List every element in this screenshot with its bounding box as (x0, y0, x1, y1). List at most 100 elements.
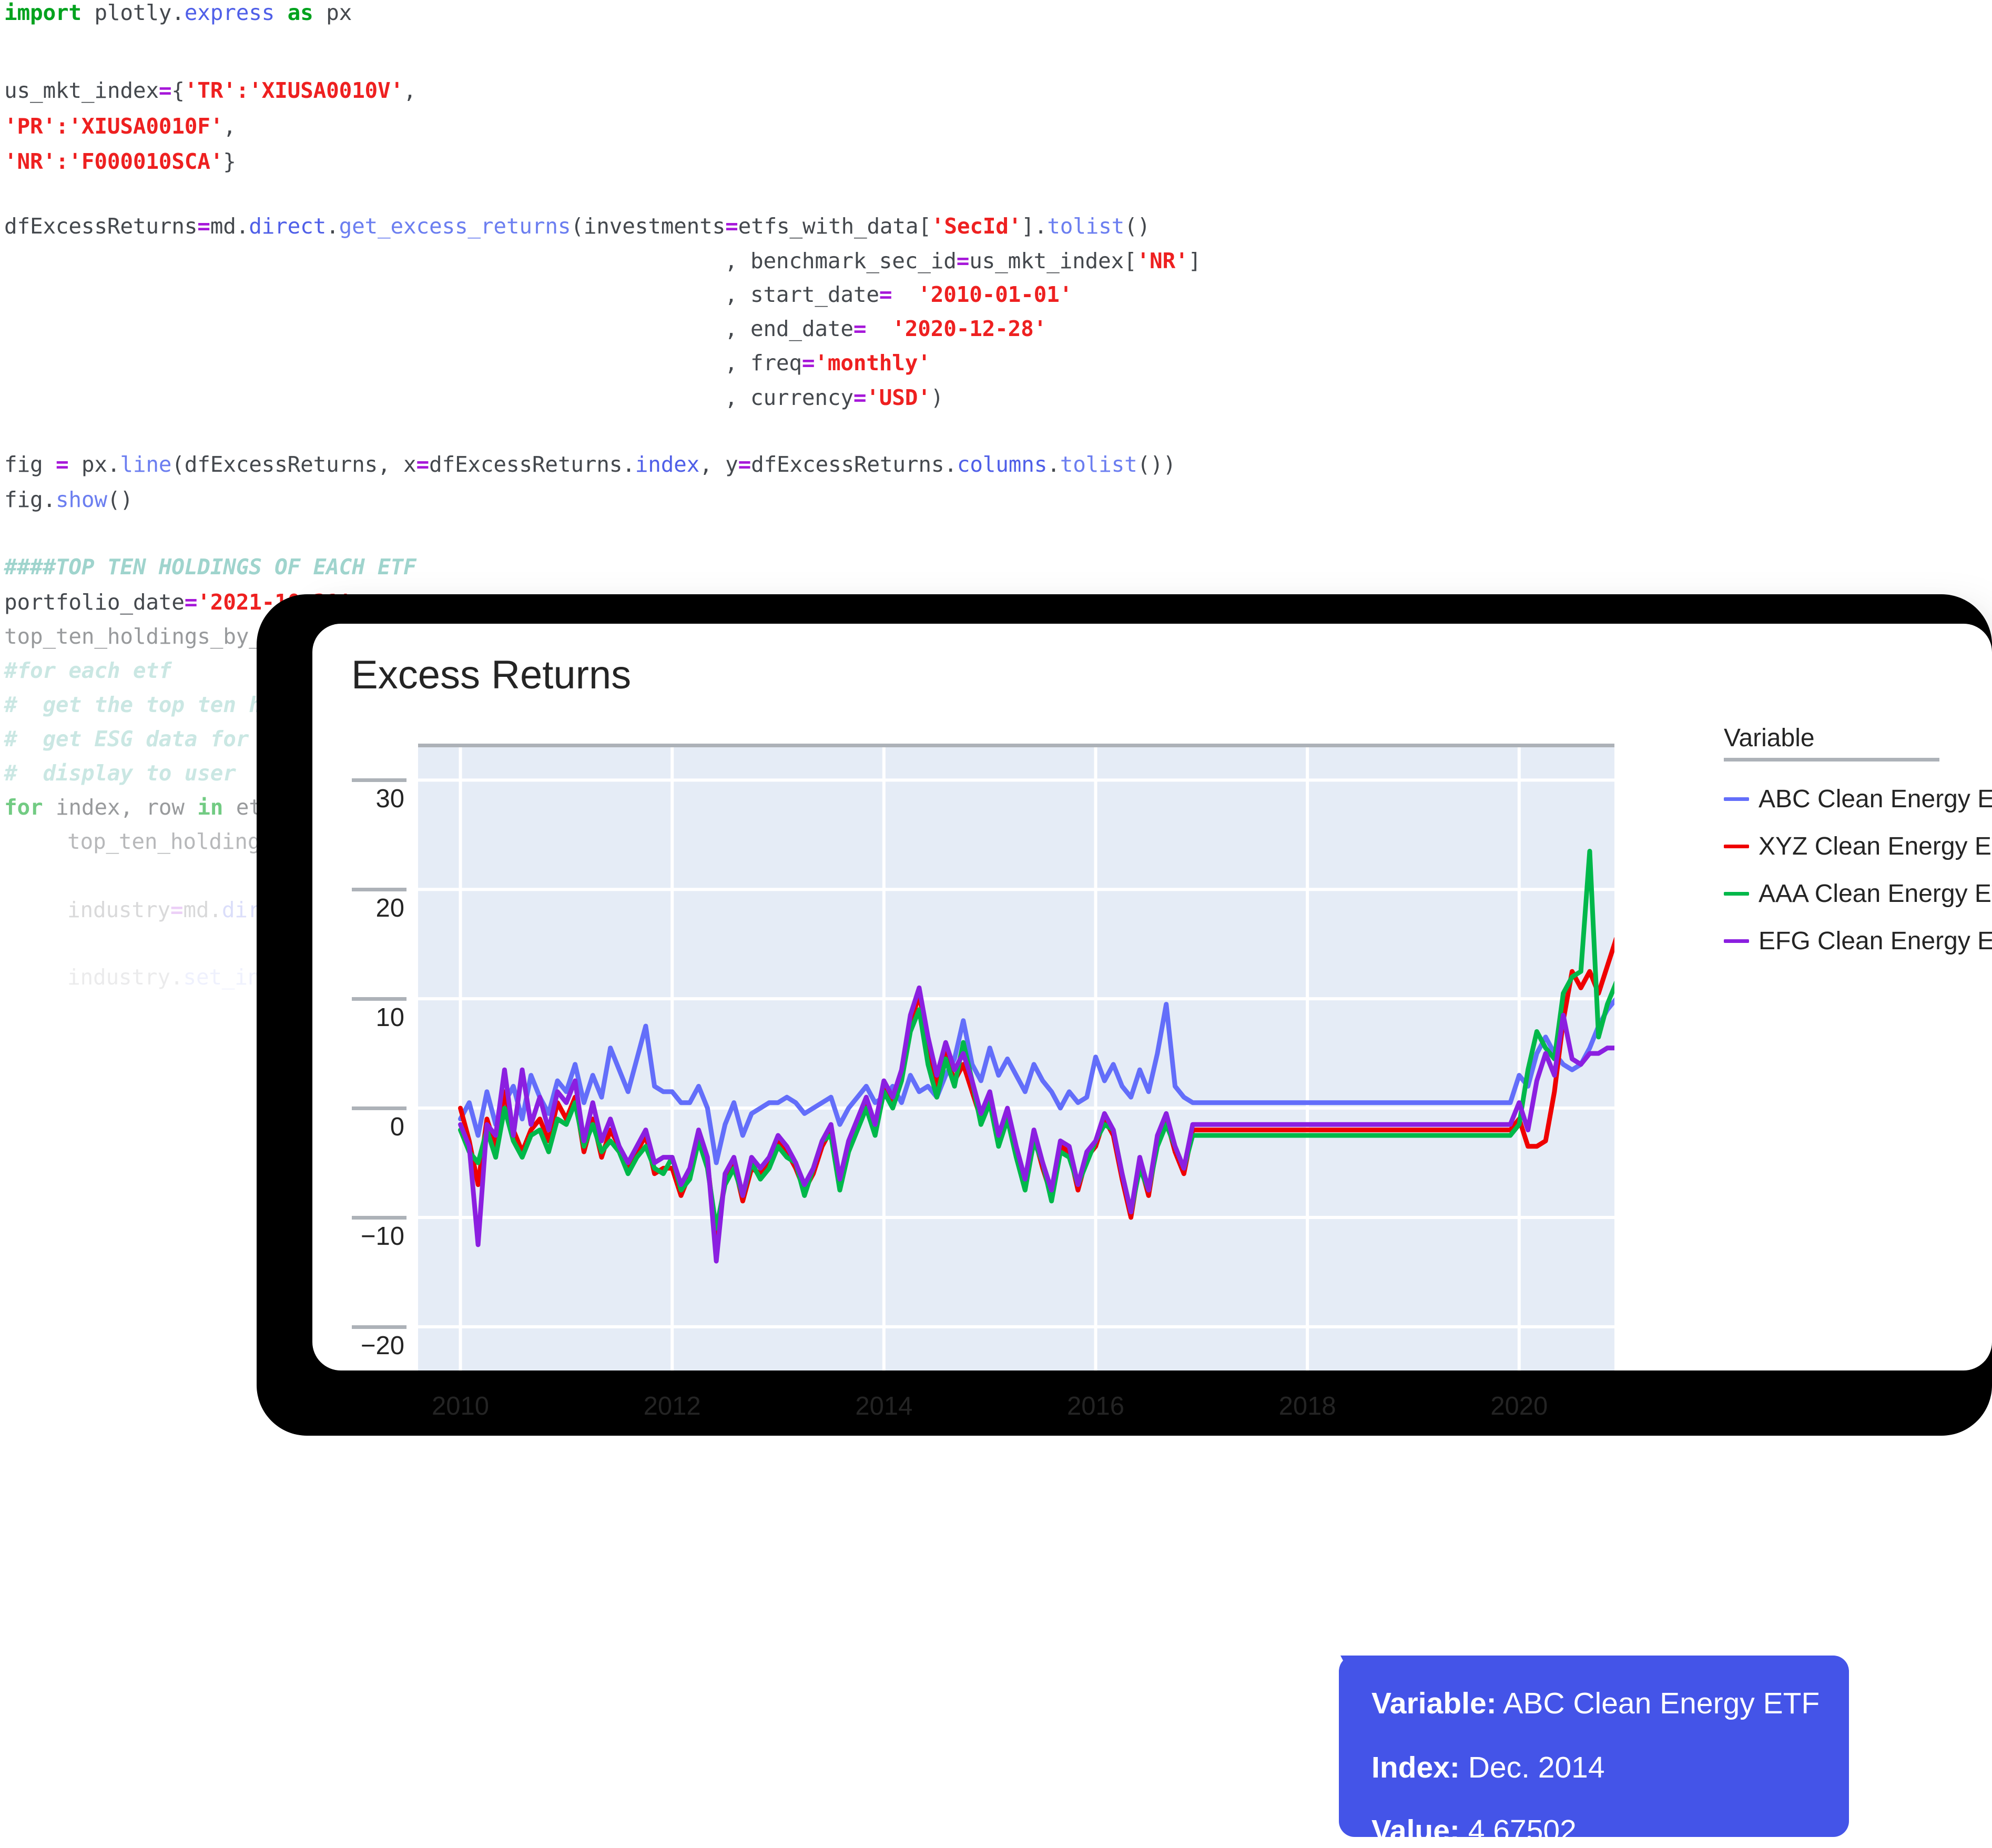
code-token: 'monthly' (815, 350, 931, 375)
legend[interactable]: Variable ABC Clean Energy ETF XYZ Clean E… (1724, 724, 1992, 964)
tooltip-key: Index: (1371, 1751, 1460, 1784)
code-token: = (853, 316, 867, 341)
code-token: etfs_with_data[ (738, 214, 931, 239)
code-token: = (725, 214, 738, 239)
code-line: , benchmark_sec_id=us_mkt_index['NR'] (725, 250, 1201, 272)
tooltip-row: Variable: ABC Clean Energy ETF (1371, 1686, 1820, 1721)
legend-item-label: AAA Clean Energy ETF (1759, 879, 1992, 908)
code-token: dfExcessReturns. (751, 452, 957, 477)
code-line: , currency='USD') (725, 387, 943, 409)
code-line: #for each etf (4, 660, 171, 682)
y-tick-mark (352, 997, 406, 1001)
code-token: us_mkt_index (4, 78, 159, 103)
legend-item-label: ABC Clean Energy ETF (1759, 785, 1992, 813)
code-line: 'PR':'XIUSA0010F', (4, 116, 236, 137)
code-token: , currency (725, 385, 853, 410)
y-tick-mark (352, 1215, 406, 1220)
y-tick-mark (352, 1106, 406, 1111)
code-line: , start_date= '2010-01-01' (725, 284, 1072, 306)
code-token: , end_date (725, 316, 853, 341)
legend-swatch-icon (1724, 891, 1749, 896)
code-token: as (287, 0, 313, 25)
tooltip-key: Variable: (1371, 1687, 1497, 1720)
legend-swatch-icon (1724, 797, 1749, 801)
code-token: () (107, 487, 133, 512)
code-token: ] (1188, 248, 1201, 273)
code-token: ()) (1137, 452, 1176, 477)
code-token: express (184, 0, 275, 25)
plot-area[interactable] (418, 744, 1614, 1370)
code-token: plotly. (81, 0, 185, 25)
code-token: 'USD' (866, 385, 931, 410)
legend-item[interactable]: EFG Clean Energy ETF (1724, 917, 1992, 964)
y-tick-label: 30 (375, 785, 404, 814)
code-token: = (956, 248, 970, 273)
legend-item[interactable]: XYZ Clean Energy ETF (1724, 823, 1992, 870)
series-line (458, 937, 1614, 1242)
y-tick-label: −10 (360, 1222, 404, 1251)
code-token: = (853, 385, 867, 410)
code-token: dfExcessReturns. (429, 452, 635, 477)
legend-item[interactable]: ABC Clean Energy ETF (1724, 775, 1992, 823)
code-token: ]. (1021, 214, 1048, 239)
code-token: , start_date (725, 282, 879, 307)
code-line: fig = px.line(dfExcessReturns, x=dfExces… (4, 454, 1176, 475)
series-line (458, 849, 1614, 1231)
tooltip-value: ABC Clean Energy ETF (1503, 1687, 1820, 1720)
code-token: '2010-01-01' (918, 282, 1073, 307)
code-token: px (313, 0, 352, 25)
x-tick-label: 2018 (1278, 1392, 1336, 1420)
code-token: . (1047, 452, 1060, 477)
code-token: for (4, 795, 43, 820)
code-token: industry. (67, 964, 184, 990)
code-token: () (1124, 214, 1151, 239)
code-token: direct (249, 214, 327, 239)
code-line: # display to user (4, 763, 236, 784)
code-token: top_ten_holdings (67, 829, 273, 854)
code-token: portfolio_date (4, 590, 185, 615)
y-tick-mark (352, 778, 406, 783)
code-token: 'PR':'XIUSA0010F' (4, 114, 223, 139)
legend-item[interactable]: AAA Clean Energy ETF (1724, 870, 1992, 917)
tooltip-row: Value: 4.67502 (1371, 1813, 1577, 1848)
code-token: , (223, 114, 236, 139)
code-line: fig.show() (4, 489, 133, 511)
code-token: = (801, 350, 815, 375)
legend-items[interactable]: ABC Clean Energy ETF XYZ Clean Energy ETF… (1724, 775, 1992, 964)
code-token: index (635, 452, 700, 477)
code-token: dfExcessReturns (4, 214, 198, 239)
plot-card: Excess Returns 30 20 10 0 −10 −20 2010 2012 201… (312, 624, 1992, 1847)
code-token: index, row (43, 795, 198, 820)
code-line: 'NR':'F000010SCA'} (4, 151, 236, 172)
y-tick-mark (352, 888, 406, 892)
code-line: dfExcessReturns=md.direct.get_excess_ret… (4, 216, 1150, 237)
code-token: fig (4, 452, 56, 477)
tooltip: Variable: ABC Clean Energy ETF Index: Dec… (1339, 1656, 1849, 1847)
code-token: ) (930, 385, 944, 410)
y-tick-label: 0 (390, 1113, 404, 1142)
y-tick-label: −20 (360, 1331, 404, 1360)
code-token: = (55, 452, 69, 477)
legend-divider (1724, 758, 1939, 761)
code-token: columns (957, 452, 1048, 477)
code-token: , (403, 78, 416, 103)
plot-top-rule (418, 744, 1614, 747)
code-token: = (197, 214, 210, 239)
code-token: = (158, 78, 172, 103)
code-token: = (170, 897, 184, 922)
x-tick-label: 2016 (1066, 1392, 1124, 1420)
code-line: ####TOP TEN HOLDINGS OF EACH ETF (4, 556, 416, 578)
code-token: show (55, 487, 107, 512)
legend-title: Variable (1724, 724, 1815, 752)
code-token: us_mkt_index[ (969, 248, 1137, 273)
legend-item-label: EFG Clean Energy ETF (1759, 927, 1992, 955)
code-line: , freq='monthly' (725, 352, 931, 374)
code-token: md. (183, 897, 222, 922)
code-token: , benchmark_sec_id (725, 248, 957, 273)
code-token: #for each etf (4, 658, 172, 683)
code-line: us_mkt_index={'TR':'XIUSA0010V', (4, 80, 416, 101)
code-token: (dfExcessReturns, x (171, 452, 416, 477)
tooltip-value: 4.67502 (1468, 1814, 1577, 1847)
